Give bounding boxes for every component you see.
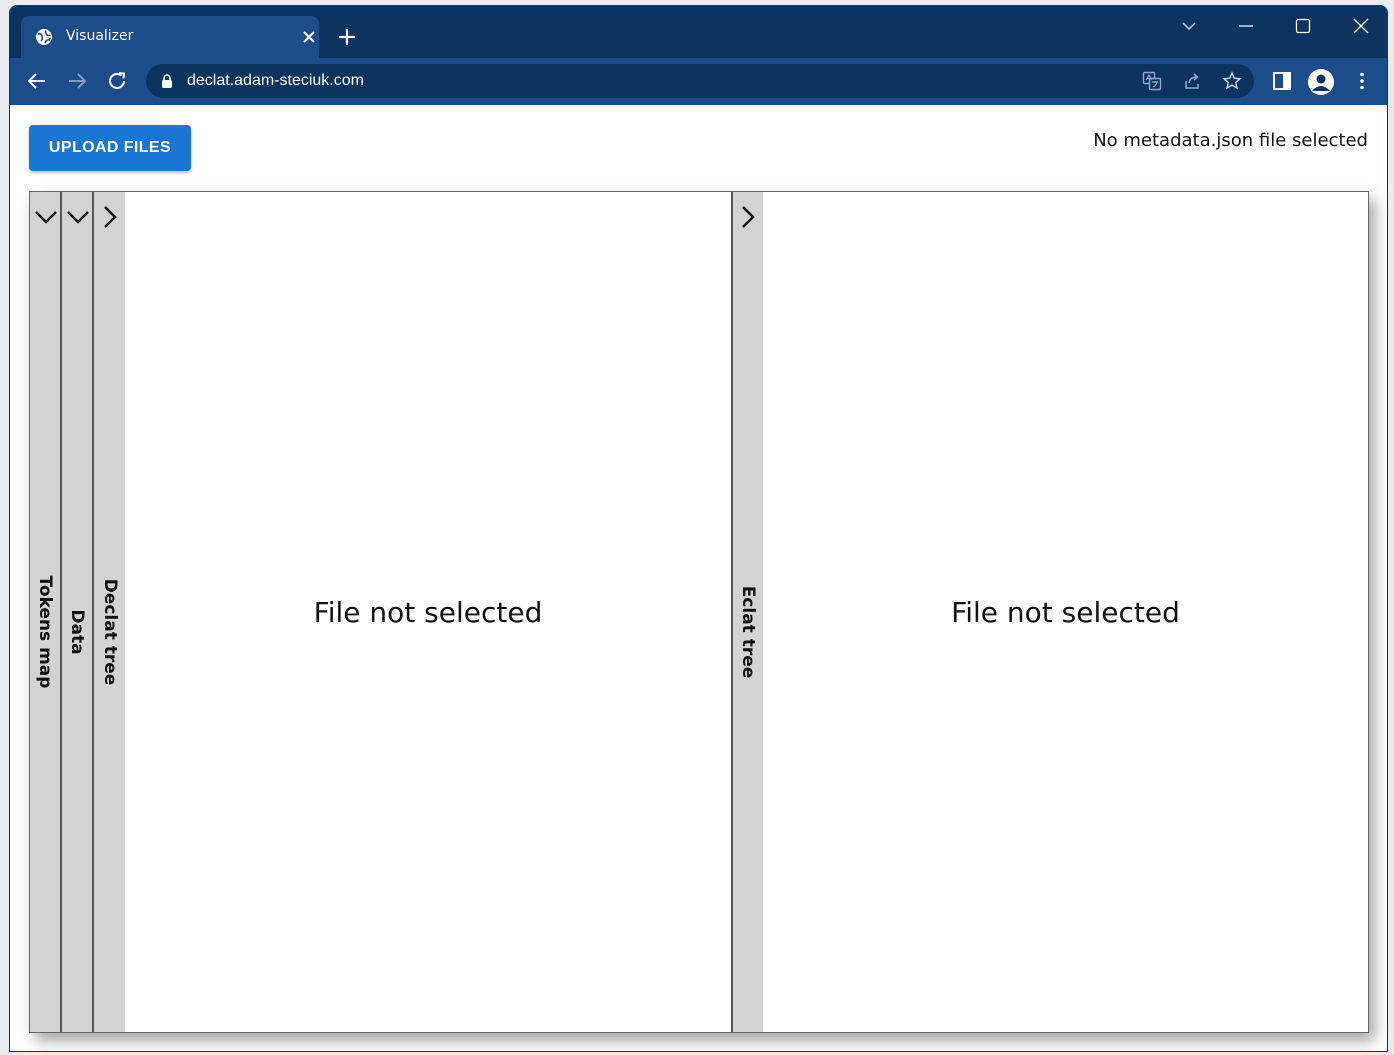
- globe-icon: [36, 29, 52, 45]
- kebab-menu-icon[interactable]: [1352, 71, 1372, 91]
- close-icon[interactable]: [301, 29, 317, 45]
- browser-toolbar: declat.adam-steciuk.com: [10, 58, 1387, 105]
- arrow-right-icon[interactable]: [66, 70, 88, 92]
- arrow-left-icon[interactable]: [26, 70, 48, 92]
- left-pane: File not selected: [125, 192, 731, 1032]
- chevron-down-icon[interactable]: [65, 204, 91, 230]
- metadata-status: No metadata.json file selected: [1093, 130, 1368, 151]
- page-content: UPLOAD FILES No metadata.json file selec…: [10, 105, 1387, 1051]
- side-panel-icon[interactable]: [1272, 71, 1292, 91]
- declat-tree-label: Declat tree: [99, 578, 120, 686]
- avatar-icon: [1312, 74, 1330, 91]
- star-icon[interactable]: [1222, 71, 1242, 91]
- minimize-icon[interactable]: [1236, 16, 1256, 36]
- right-pane-message: File not selected: [951, 595, 1180, 629]
- data-strip[interactable]: Data: [62, 192, 94, 1032]
- tokens-map-label: Tokens map: [35, 575, 55, 689]
- tab-visualizer[interactable]: Visualizer: [21, 16, 319, 58]
- left-pane-message: File not selected: [313, 595, 543, 629]
- browser-window: Visualizer declat.adam-steciuk.com UPLOA…: [9, 5, 1388, 1052]
- address-bar[interactable]: declat.adam-steciuk.com: [146, 64, 1254, 98]
- right-pane: File not selected: [763, 192, 1368, 1032]
- reload-icon[interactable]: [106, 70, 128, 92]
- chevron-down-icon[interactable]: [1179, 16, 1199, 36]
- chevron-down-icon[interactable]: [33, 204, 59, 230]
- eclat-tree-label: Eclat tree: [738, 585, 758, 679]
- declat-tree-strip[interactable]: Declat tree: [94, 192, 125, 1032]
- lock-icon[interactable]: [161, 74, 173, 88]
- share-icon[interactable]: [1182, 71, 1202, 91]
- avatar[interactable]: [1308, 69, 1334, 95]
- maximize-icon[interactable]: [1293, 16, 1313, 36]
- close-window-icon[interactable]: [1351, 16, 1371, 36]
- panels-container: Tokens map Data Declat tree File not sel…: [29, 191, 1369, 1033]
- upload-files-button[interactable]: UPLOAD FILES: [29, 125, 191, 171]
- tab-title: Visualizer: [66, 28, 134, 44]
- plus-icon[interactable]: [338, 28, 356, 46]
- url-text[interactable]: declat.adam-steciuk.com: [187, 72, 364, 90]
- chevron-right-icon[interactable]: [97, 204, 123, 230]
- eclat-tree-strip[interactable]: Eclat tree: [731, 192, 763, 1032]
- tokens-map-strip[interactable]: Tokens map: [30, 192, 62, 1032]
- data-label: Data: [67, 609, 87, 655]
- chevron-right-icon[interactable]: [735, 204, 761, 230]
- title-bar: Visualizer: [10, 6, 1387, 58]
- translate-icon[interactable]: [1142, 71, 1162, 91]
